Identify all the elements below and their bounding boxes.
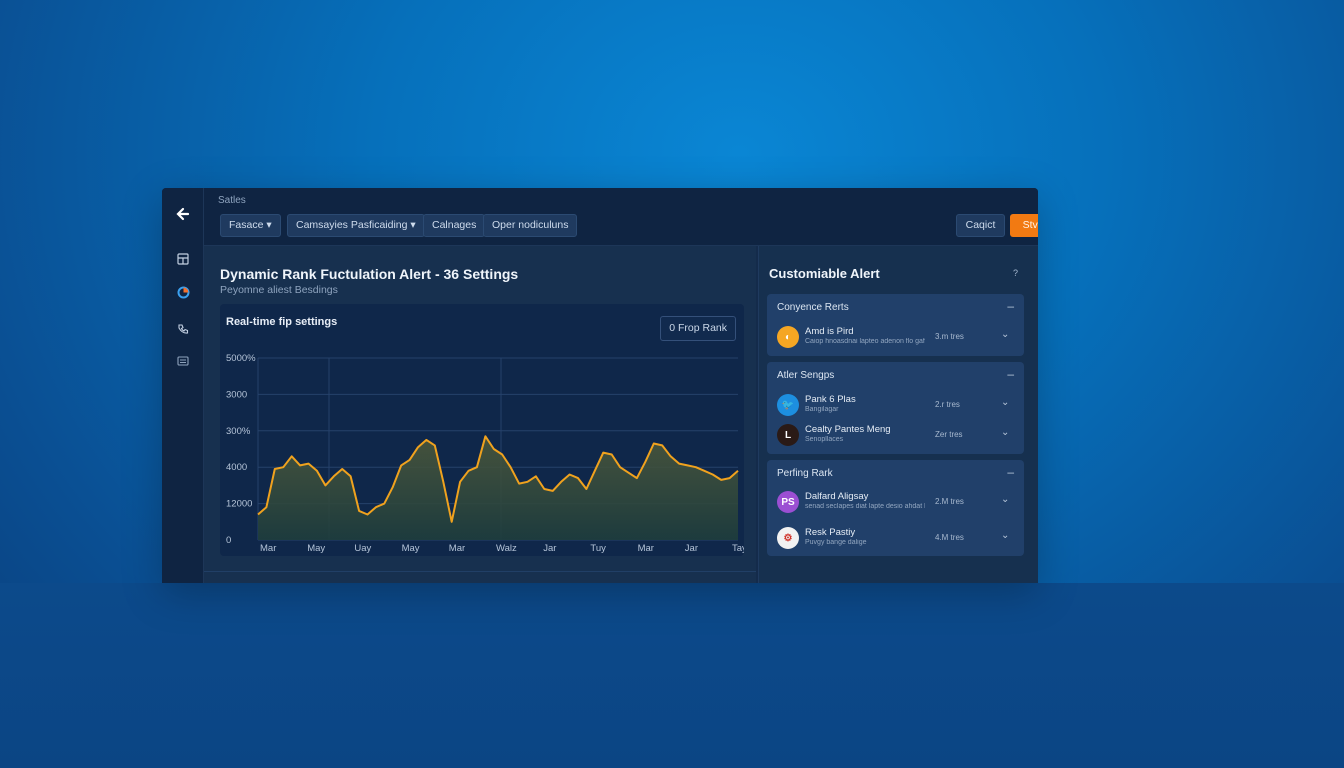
avatar: L <box>777 424 799 446</box>
list-item[interactable]: ⚙ Resk Pastiy Puvgy bange dalige 4.M tre… <box>777 526 1017 552</box>
phone-icon[interactable] <box>174 320 192 338</box>
x-tick-label: Mar <box>449 543 465 554</box>
group-header: Atler Sengps <box>777 370 835 381</box>
chevron-down-icon[interactable]: ⌄ <box>1001 427 1009 438</box>
back-arrow-icon[interactable] <box>174 205 192 223</box>
alert-group-conyence: Conyence Rerts – ◐ Amd is Pird Caiop hno… <box>767 294 1024 356</box>
x-tick-label: Tuy <box>590 543 606 554</box>
top-bar: Satles Fasace ▾ Camsayies Pasficaiding ▾… <box>204 188 1038 246</box>
main-panel: Dynamic Rank Fuctulation Alert - 36 Sett… <box>204 246 756 583</box>
x-tick-label: Uay <box>354 543 371 554</box>
tab-categories-dropdown[interactable]: Camsayies Pasficaiding ▾ <box>287 214 425 237</box>
item-time: Zer tres <box>935 430 963 439</box>
save-button[interactable]: Stvrts <box>1010 214 1038 237</box>
item-name: Cealty Pantes Meng <box>805 424 891 435</box>
item-name: Amd is Pird <box>805 326 854 337</box>
item-time: 4.M tres <box>935 533 964 542</box>
tab-open-notifications[interactable]: Oper nodiculuns <box>483 214 578 237</box>
y-tick-label: 3000 <box>226 389 247 400</box>
main-footer <box>204 571 756 583</box>
item-description: Bangilagar <box>805 406 839 413</box>
group-header: Perfing Rark <box>777 468 833 479</box>
avatar: ⚙ <box>777 527 799 549</box>
x-tick-label: Mar <box>260 543 276 554</box>
item-time: 2.r tres <box>935 400 960 409</box>
item-description: Caiop hnoasdnai lapteo adenon flo gafys.… <box>805 338 925 345</box>
page-title: Dynamic Rank Fuctulation Alert - 36 Sett… <box>220 266 519 282</box>
item-name: Dalfard Aligsay <box>805 491 869 502</box>
chart-card: Real-time fip settings 0 Frop Rank 0 1200… <box>220 304 744 556</box>
app-window: Satles Fasace ▾ Camsayies Pasficaiding ▾… <box>162 188 1038 583</box>
avatar: ◐ <box>777 326 799 348</box>
item-time: 2.M tres <box>935 497 964 506</box>
x-tick-label: May <box>402 543 420 554</box>
x-tick-label: Jar <box>685 543 698 554</box>
y-tick-label: 0 <box>226 535 231 546</box>
list-item[interactable]: L Cealty Pantes Meng Senopllaces Zer tre… <box>777 423 1017 449</box>
y-tick-label: 4000 <box>226 462 247 473</box>
chevron-down-icon[interactable]: ⌄ <box>1001 494 1009 505</box>
chevron-down-icon[interactable]: ⌄ <box>1001 397 1009 408</box>
list-item[interactable]: 🐦 Pank 6 Plas Bangilagar 2.r tres ⌄ <box>777 393 1017 419</box>
x-tick-label: Walz <box>496 543 517 554</box>
sidebar-title: Customiable Alert <box>769 266 880 281</box>
alert-sidebar: Customiable Alert ? Conyence Rerts – ◐ A… <box>758 246 1038 583</box>
help-icon[interactable]: ? <box>1013 268 1018 278</box>
item-description: senad seclapes diat lapte desio ahdat ld… <box>805 503 925 510</box>
list-icon[interactable] <box>174 352 192 370</box>
alert-group-atler: Atler Sengps – 🐦 Pank 6 Plas Bangilagar … <box>767 362 1024 454</box>
x-tick-label: Jar <box>543 543 556 554</box>
y-tick-label: 300% <box>226 426 251 437</box>
collapse-icon[interactable]: – <box>1007 465 1014 479</box>
item-name: Pank 6 Plas <box>805 394 856 405</box>
x-tick-label: Mar <box>638 543 654 554</box>
y-tick-label: 12000 <box>226 499 252 510</box>
x-tick-label: Tay <box>732 543 744 554</box>
avatar: 🐦 <box>777 394 799 416</box>
page-subtitle: Peyomne aliest Besdings <box>220 284 338 296</box>
item-name: Resk Pastiy <box>805 527 856 538</box>
item-description: Senopllaces <box>805 436 844 443</box>
dashboard-icon[interactable] <box>174 250 192 268</box>
tab-fasace-dropdown[interactable]: Fasace ▾ <box>220 214 281 237</box>
cancel-button[interactable]: Caqict <box>956 214 1005 237</box>
list-item[interactable]: PS Dalfard Aligsay senad seclapes diat l… <box>777 490 1017 516</box>
analytics-icon[interactable] <box>174 283 192 301</box>
item-time: 3.m tres <box>935 332 964 341</box>
tab-changes[interactable]: Calnages <box>423 214 486 237</box>
list-item[interactable]: ◐ Amd is Pird Caiop hnoasdnai lapteo ade… <box>777 325 1017 351</box>
rank-chart: 0 12000 4000 300% 3000 5000% Mar May Uay May Mar Wa… <box>226 353 744 554</box>
breadcrumb[interactable]: Satles <box>218 195 246 206</box>
collapse-icon[interactable]: – <box>1007 367 1014 381</box>
icon-rail <box>162 188 204 583</box>
collapse-icon[interactable]: – <box>1007 299 1014 313</box>
item-description: Puvgy bange dalige <box>805 539 867 546</box>
alert-group-perfing: Perfing Rark – PS Dalfard Aligsay senad … <box>767 460 1024 556</box>
avatar: PS <box>777 491 799 513</box>
background-band <box>0 583 1344 768</box>
y-tick-label: 5000% <box>226 353 256 364</box>
chevron-down-icon[interactable]: ⌄ <box>1001 530 1009 541</box>
group-header: Conyence Rerts <box>777 302 849 313</box>
x-tick-label: May <box>307 543 325 554</box>
chevron-down-icon[interactable]: ⌄ <box>1001 329 1009 340</box>
